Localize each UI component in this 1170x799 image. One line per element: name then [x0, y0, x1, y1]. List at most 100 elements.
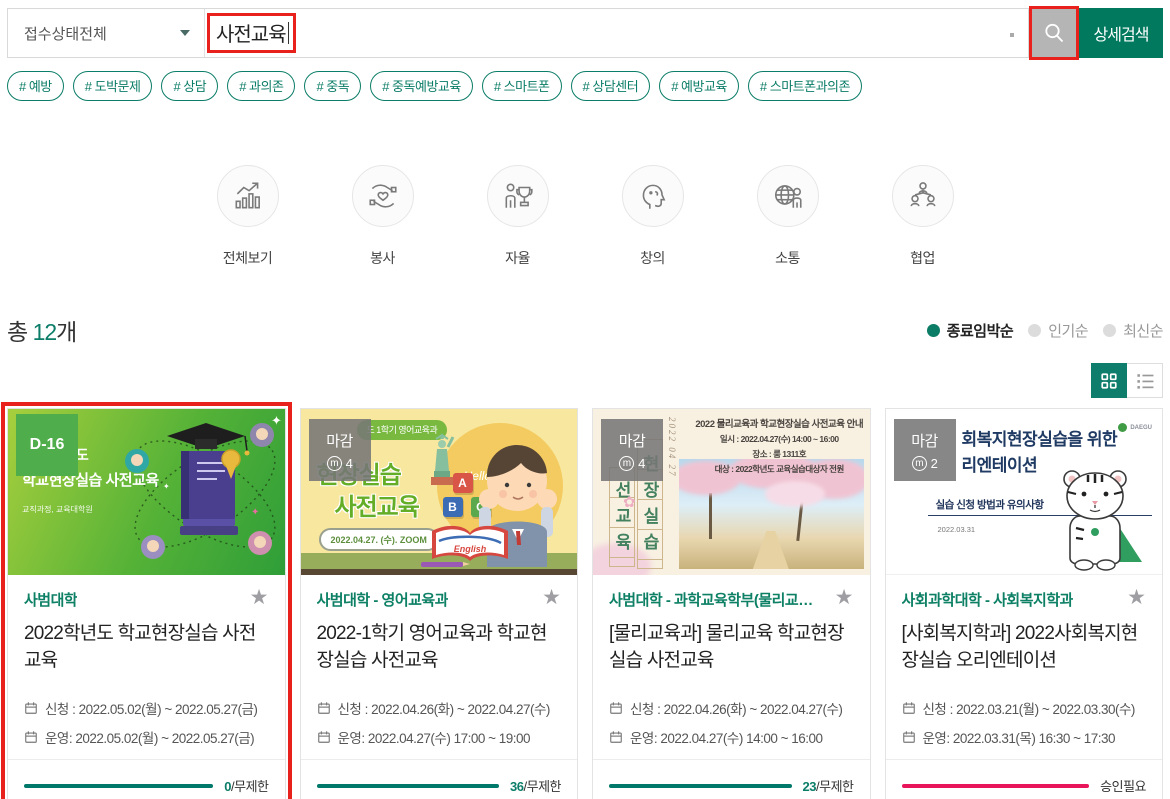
category-communication[interactable]: 소통: [757, 165, 819, 268]
hashtag-chip[interactable]: # 중독: [304, 71, 361, 101]
category-label: 전체보기: [223, 248, 273, 268]
calendar-icon: [902, 701, 916, 715]
grid-view-button[interactable]: [1091, 363, 1127, 398]
sort-label: 인기순: [1048, 320, 1088, 341]
blossom-icon: ✿: [623, 493, 636, 511]
statue-of-liberty-illustration: [429, 431, 455, 487]
card-body: 사범대학 - 영어교육과 ★ 2022-1학기 영어교육과 학교현장실습 사전교…: [301, 575, 578, 799]
dday-badge: D-16: [16, 414, 78, 476]
closed-badge: 마감 m 4: [601, 419, 663, 481]
member-count-icon: m: [912, 456, 927, 471]
progress-bar: [902, 784, 1090, 788]
search-button[interactable]: [1032, 9, 1076, 57]
progress-bar: [24, 784, 213, 788]
text-cursor: [288, 22, 289, 44]
card-title[interactable]: 2022학년도 학교현장실습 사전교육: [24, 621, 269, 675]
search-box: 접수상태전체 사전교육: [7, 8, 1029, 58]
card-footer: 36/무제한: [301, 759, 578, 799]
course-card[interactable]: 도 1학기 영어교육과 현장실습 사전교육 2022.04.27. (수). Z…: [300, 408, 579, 799]
svg-text:✦: ✦: [163, 482, 170, 491]
tiger-mascot-illustration: [1038, 466, 1150, 572]
hashtag-chip[interactable]: # 예방: [7, 71, 64, 101]
bookmark-star-icon[interactable]: ★: [835, 587, 854, 608]
card-title[interactable]: [사회복지학과] 2022사회복지현장실습 오리엔테이션: [902, 621, 1147, 675]
category-collaboration[interactable]: 협업: [892, 165, 954, 268]
date-info: 신청 : 2022.05.02(월) ~ 2022.05.27(금) 운영: 2…: [24, 689, 269, 759]
hashtag-chip[interactable]: # 과의존: [227, 71, 295, 101]
closed-badge-label: 마감: [326, 430, 353, 451]
total-count: 총 12개: [7, 313, 76, 347]
category-autonomy[interactable]: 자율: [487, 165, 549, 268]
search-query-text: 사전교육: [216, 18, 286, 47]
date-info: 신청 : 2022.03.21(월) ~ 2022.03.30(수) 운영: 2…: [902, 689, 1147, 759]
category-row: 전체보기 봉사 자율: [0, 165, 1170, 268]
hashtag-row: # 예방 # 도박문제 # 상담 # 과의존 # 중독 # 중독예방교육 # 스…: [7, 71, 1163, 101]
svg-text:✦: ✦: [251, 507, 259, 518]
status-filter-select[interactable]: 접수상태전체: [8, 9, 205, 57]
calendar-icon: [902, 730, 916, 744]
calendar-icon: [317, 701, 331, 715]
category-volunteer[interactable]: 봉사: [352, 165, 414, 268]
card-title[interactable]: [물리교육과] 물리교육 학교현장실습 사전교육: [609, 621, 854, 675]
closed-badge: 마감 m 4: [309, 419, 371, 481]
bookmark-star-icon[interactable]: ★: [1127, 587, 1146, 608]
college-label: 사범대학: [24, 589, 77, 610]
category-label: 소통: [775, 248, 800, 268]
operate-date: 운영: 2022.03.31(목) 16:30 ~ 17:30: [902, 727, 1147, 747]
sort-popularity[interactable]: 인기순: [1028, 320, 1088, 341]
university-logo: DAEGU: [1118, 423, 1152, 432]
hashtag-chip[interactable]: # 중독예방교육: [370, 71, 473, 101]
vertical-text: 선교육: [609, 467, 635, 567]
list-view-button[interactable]: [1127, 363, 1163, 398]
sort-ending-soon[interactable]: 종료임박순: [927, 320, 1014, 341]
category-label: 협업: [910, 248, 935, 268]
hashtag-chip[interactable]: # 예방교육: [659, 71, 739, 101]
logo-icon: [1118, 423, 1127, 432]
hashtag-chip[interactable]: # 도박문제: [73, 71, 153, 101]
bookmark-star-icon[interactable]: ★: [542, 587, 561, 608]
capacity-label: 23/무제한: [803, 776, 854, 795]
chart-icon: [231, 179, 265, 213]
radio-dot-icon: [1028, 324, 1041, 337]
advanced-search-button[interactable]: 상세검색: [1079, 8, 1163, 58]
hashtag-chip[interactable]: # 스마트폰과의존: [748, 71, 862, 101]
hands-heart-icon: [366, 179, 400, 213]
search-input[interactable]: 사전교육: [205, 9, 1028, 57]
operate-date: 운영: 2022.04.27(수) 14:00 ~ 16:00: [609, 727, 854, 747]
capacity-label: 36/무제한: [510, 776, 561, 795]
course-card[interactable]: 회복지현장실습을 위한 리엔테이션 DAEGU 실습 신청 방법과 유의사항 2…: [885, 408, 1164, 799]
idea-head-icon: [636, 179, 670, 213]
thumbnail-subtitle: 실습 신청 방법과 유의사항: [936, 497, 1044, 512]
input-resize-dot: [1010, 33, 1014, 37]
category-creativity[interactable]: 창의: [622, 165, 684, 268]
category-all[interactable]: 전체보기: [217, 165, 279, 268]
cherry-blossom-photo: [679, 459, 864, 569]
card-body: 사범대학 - 과학교육학부(물리교… ★ [물리교육과] 물리교육 학교현장실습…: [593, 575, 870, 799]
hashtag-chip[interactable]: # 스마트폰: [482, 71, 562, 101]
member-count-icon: m: [327, 456, 342, 471]
sort-newest[interactable]: 최신순: [1103, 320, 1163, 341]
search-icon: [1042, 21, 1066, 45]
progress-bar: [609, 784, 792, 788]
date-info: 신청 : 2022.04.26(화) ~ 2022.04.27(수) 운영: 2…: [609, 689, 854, 759]
calendar-icon: [317, 730, 331, 744]
hashtag-chip[interactable]: # 상담: [161, 71, 218, 101]
svg-text:English: English: [453, 544, 486, 554]
category-label: 봉사: [370, 248, 395, 268]
card-body: 사회과학대학 - 사회복지학과 ★ [사회복지학과] 2022사회복지현장실습 …: [886, 575, 1163, 799]
course-card[interactable]: 2022 물리교육과 학교현장실습 사전교육 안내 일시 : 2022.04.2…: [592, 408, 871, 799]
hashtag-chip[interactable]: # 상담센터: [571, 71, 651, 101]
status-filter-value: 접수상태전체: [24, 23, 107, 44]
closed-badge-label: 마감: [911, 430, 938, 451]
card-title[interactable]: 2022-1학기 영어교육과 학교현장실습 사전교육: [317, 621, 562, 675]
course-card-grid: D-16 2022학년도 학교현장실습 사전교육 교직과정, 교육대학원: [7, 408, 1163, 799]
thumbnail-date-pill: 2022.04.27. (수). ZOOM: [319, 528, 439, 551]
card-body: 사범대학 ★ 2022학년도 학교현장실습 사전교육 신청 : 2022.05.…: [8, 575, 285, 799]
member-count: m 4: [327, 456, 353, 471]
bookmark-star-icon[interactable]: ★: [250, 587, 269, 608]
pencil-illustration: [421, 562, 463, 567]
thumbnail-text: 사전교육: [335, 487, 419, 522]
english-book-illustration: English: [427, 521, 513, 567]
course-card[interactable]: D-16 2022학년도 학교현장실습 사전교육 교직과정, 교육대학원: [7, 408, 286, 799]
thumbnail-date: 2022.03.31: [938, 525, 976, 534]
